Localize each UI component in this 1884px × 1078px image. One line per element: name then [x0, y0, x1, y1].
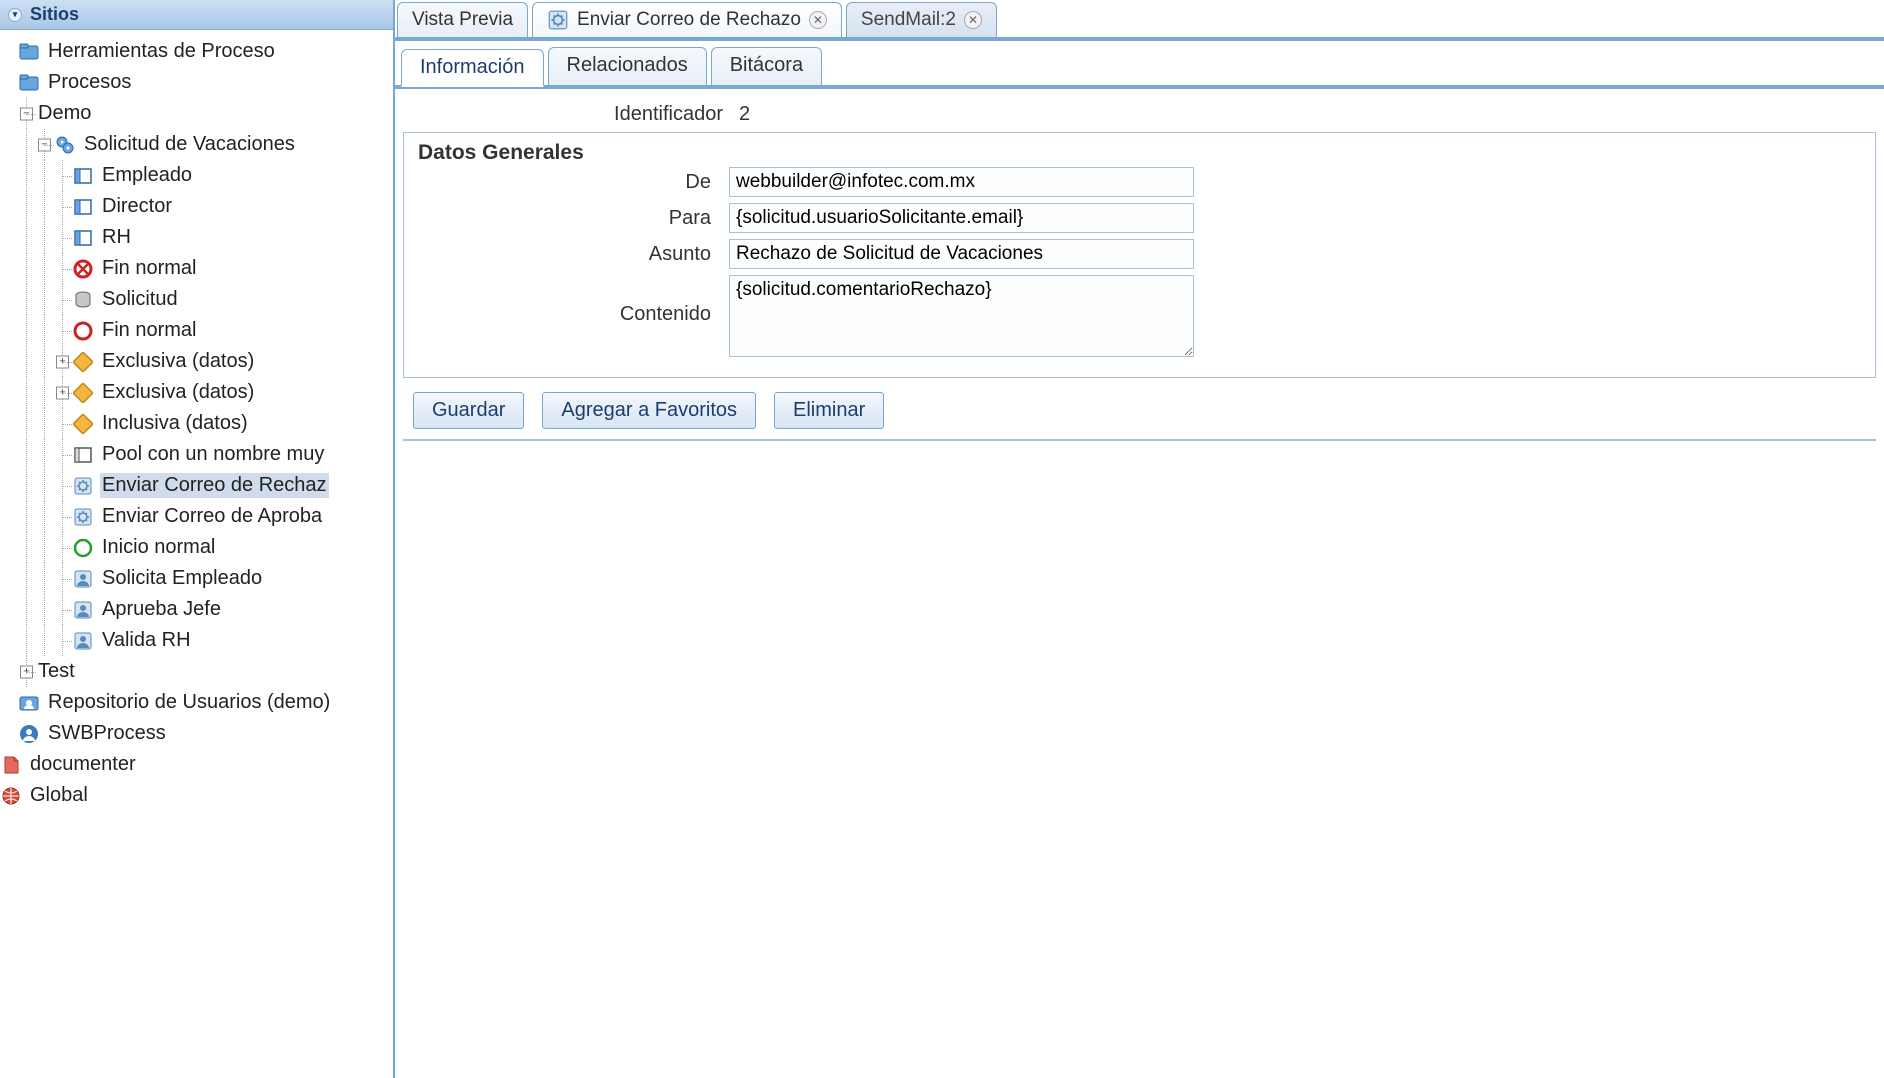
field-de: De — [416, 167, 1863, 197]
tree-item-documenter[interactable]: documenter — [0, 749, 393, 780]
user-task-icon — [72, 599, 94, 621]
identificador-row: Identificador 2 — [413, 103, 1876, 126]
field-contenido: Contenido — [416, 275, 1863, 357]
end-circle-icon — [72, 320, 94, 342]
service-task-icon — [547, 9, 569, 31]
sidebar-header: ▾ Sitios — [0, 0, 393, 30]
tree-item-valida-rh[interactable]: Valida RH — [0, 625, 393, 656]
tab-label: Vista Previa — [412, 9, 513, 31]
toggle-plus-icon[interactable]: + — [20, 665, 33, 678]
field-asunto: Asunto — [416, 239, 1863, 269]
main-area: Vista Previa Enviar Correo de Rechazo ✕ … — [395, 0, 1884, 1078]
toggle-minus-icon[interactable]: − — [20, 107, 33, 120]
tab-label: Enviar Correo de Rechazo — [577, 9, 801, 31]
tree-item-enviar-rechazo[interactable]: Enviar Correo de Rechaz — [0, 470, 393, 501]
user-circle-icon — [18, 723, 40, 745]
service-task-icon — [72, 506, 94, 528]
field-para: Para — [416, 203, 1863, 233]
document-icon — [0, 754, 22, 776]
collapse-icon[interactable]: ▾ — [8, 8, 22, 22]
close-icon[interactable]: ✕ — [964, 11, 982, 29]
user-task-icon — [72, 630, 94, 652]
subtab-informacion[interactable]: Información — [401, 49, 544, 87]
identificador-value: 2 — [739, 103, 750, 126]
tree-item-global[interactable]: Global — [0, 780, 393, 811]
tab-enviar-correo[interactable]: Enviar Correo de Rechazo ✕ — [532, 2, 842, 37]
tree-item-director[interactable]: Director — [0, 191, 393, 222]
tree-item-aprueba-jefe[interactable]: Aprueba Jefe — [0, 594, 393, 625]
agregar-favoritos-button[interactable]: Agregar a Favoritos — [542, 392, 756, 429]
tree-item-empleado[interactable]: Empleado — [0, 160, 393, 191]
folder-gears-icon — [18, 72, 40, 94]
tree-item-repo-usuarios[interactable]: Repositorio de Usuarios (demo) — [0, 687, 393, 718]
de-label: De — [416, 167, 711, 194]
tree-item-rh[interactable]: RH — [0, 222, 393, 253]
para-input[interactable] — [729, 203, 1194, 233]
subtabstrip: Información Relacionados Bitácora — [395, 41, 1884, 89]
tree-item-exclusiva-1[interactable]: + Exclusiva (datos) — [0, 346, 393, 377]
subtab-bitacora[interactable]: Bitácora — [711, 47, 822, 85]
de-input[interactable] — [729, 167, 1194, 197]
database-icon — [72, 289, 94, 311]
tree-item-solicitud[interactable]: Solicitud — [0, 284, 393, 315]
close-icon[interactable]: ✕ — [809, 11, 827, 29]
eliminar-button[interactable]: Eliminar — [774, 392, 884, 429]
tree: Herramientas de Proceso Procesos − Demo … — [0, 30, 393, 817]
toggle-plus-icon[interactable]: + — [56, 386, 69, 399]
tabstrip: Vista Previa Enviar Correo de Rechazo ✕ … — [395, 0, 1884, 41]
divider — [403, 439, 1876, 441]
diamond-gateway-icon — [72, 351, 94, 373]
contenido-label: Contenido — [416, 275, 711, 326]
tree-item-fin-normal-2[interactable]: Fin normal — [0, 315, 393, 346]
asunto-input[interactable] — [729, 239, 1194, 269]
gears-icon — [54, 134, 76, 156]
tab-label: SendMail:2 — [861, 9, 956, 31]
globe-icon — [0, 785, 22, 807]
diamond-gateway-icon — [72, 382, 94, 404]
tree-item-swbprocess[interactable]: SWBProcess — [0, 718, 393, 749]
user-folder-icon — [18, 692, 40, 714]
tree-item-enviar-aproba[interactable]: Enviar Correo de Aproba — [0, 501, 393, 532]
content: Identificador 2 Datos Generales De Para … — [395, 89, 1884, 455]
tree-item-herramientas[interactable]: Herramientas de Proceso — [0, 36, 393, 67]
guardar-button[interactable]: Guardar — [413, 392, 524, 429]
datos-generales-fieldset: Datos Generales De Para Asunto Contenido — [403, 132, 1876, 378]
tree-item-pool[interactable]: Pool con un nombre muy — [0, 439, 393, 470]
tree-item-fin-normal-1[interactable]: Fin normal — [0, 253, 393, 284]
tree-item-solicitud-vacaciones[interactable]: − Solicitud de Vacaciones — [0, 129, 393, 160]
tree-item-inclusiva[interactable]: Inclusiva (datos) — [0, 408, 393, 439]
fieldset-legend: Datos Generales — [412, 141, 590, 165]
lane-icon — [72, 165, 94, 187]
sidebar-title: Sitios — [30, 4, 79, 25]
lane-icon — [72, 227, 94, 249]
tree-item-exclusiva-2[interactable]: + Exclusiva (datos) — [0, 377, 393, 408]
tab-sendmail[interactable]: SendMail:2 ✕ — [846, 2, 997, 37]
service-task-icon — [72, 475, 94, 497]
action-row: Guardar Agregar a Favoritos Eliminar — [413, 392, 1876, 429]
end-event-icon — [72, 258, 94, 280]
folder-icon — [18, 41, 40, 63]
tree-item-procesos[interactable]: Procesos — [0, 67, 393, 98]
toggle-plus-icon[interactable]: + — [56, 355, 69, 368]
user-task-icon — [72, 568, 94, 590]
diamond-gateway-icon — [72, 413, 94, 435]
asunto-label: Asunto — [416, 239, 711, 266]
pool-icon — [72, 444, 94, 466]
sidebar: ▾ Sitios Herramientas de Proceso Proceso… — [0, 0, 395, 1078]
start-event-icon — [72, 537, 94, 559]
tree-item-inicio-normal[interactable]: Inicio normal — [0, 532, 393, 563]
para-label: Para — [416, 203, 711, 230]
tree-item-demo[interactable]: − Demo — [0, 98, 393, 129]
tab-vista-previa[interactable]: Vista Previa — [397, 2, 528, 37]
subtab-relacionados[interactable]: Relacionados — [548, 47, 707, 85]
contenido-textarea[interactable] — [729, 275, 1194, 357]
toggle-minus-icon[interactable]: − — [38, 138, 51, 151]
tree-item-solicita-empleado[interactable]: Solicita Empleado — [0, 563, 393, 594]
lane-icon — [72, 196, 94, 218]
tree-item-test[interactable]: + Test — [0, 656, 393, 687]
identificador-label: Identificador — [413, 103, 723, 126]
